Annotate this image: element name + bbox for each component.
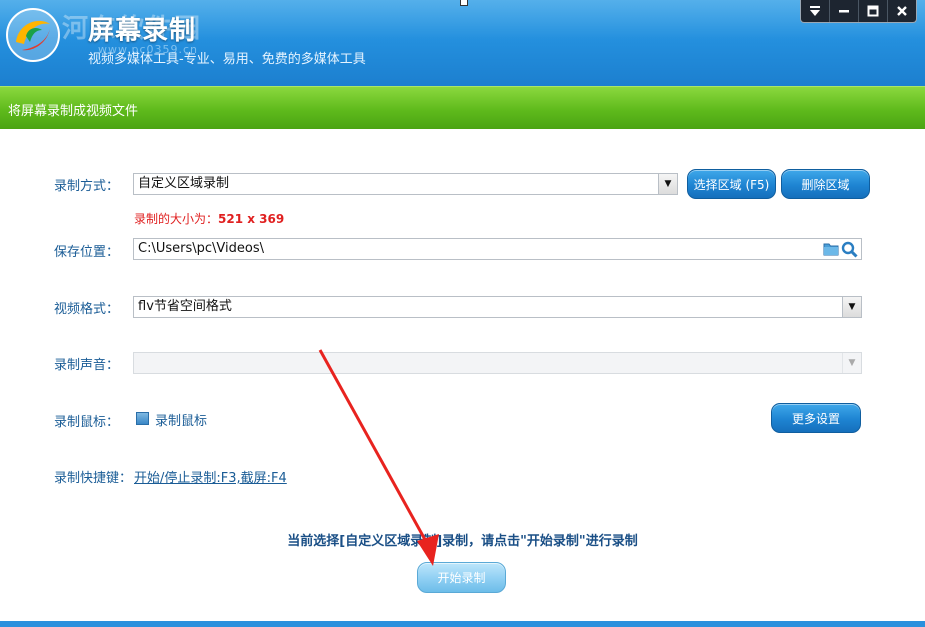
recording-mode-select[interactable]: 自定义区域录制 ▼ [133, 173, 678, 195]
menu-icon[interactable] [801, 0, 829, 22]
record-mouse-checkbox-label[interactable]: 录制鼠标 [155, 410, 207, 429]
recording-size-note: 录制的大小为：521 x 369 [134, 210, 284, 227]
dropdown-arrow-icon[interactable]: ▼ [842, 297, 861, 317]
dropdown-arrow-icon[interactable]: ▼ [658, 174, 677, 194]
start-recording-button[interactable]: 开始录制 [417, 562, 506, 593]
recording-mode-value: 自定义区域录制 [138, 176, 230, 191]
mouse-label: 录制鼠标： [54, 415, 120, 430]
recording-mode-label: 录制方式： [54, 179, 120, 194]
select-area-button[interactable]: 选择区域 (F5) [687, 169, 776, 199]
section-header: 将屏幕录制成视频文件 [0, 86, 925, 129]
resize-handle[interactable] [460, 0, 468, 6]
audio-label: 录制声音： [54, 358, 120, 373]
hotkeys-label: 录制快捷键： [54, 471, 133, 486]
status-message: 当前选择[自定义区域录制]录制，请点击"开始录制"进行录制 [287, 534, 638, 549]
minimize-icon[interactable] [829, 0, 858, 22]
app-logo-icon [6, 8, 60, 62]
hotkeys-link[interactable]: 开始/停止录制:F3,截屏:F4 [134, 467, 287, 486]
maximize-icon[interactable] [858, 0, 887, 22]
section-title: 将屏幕录制成视频文件 [8, 104, 139, 119]
search-icon[interactable] [841, 241, 858, 258]
app-subtitle: 视频多媒体工具-专业、易用、免费的多媒体工具 [88, 52, 366, 67]
save-location-value: C:\Users\pc\Videos\ [138, 241, 264, 256]
save-location-label: 保存位置： [54, 245, 120, 260]
dropdown-arrow-icon[interactable]: ▼ [842, 353, 861, 373]
window-controls [800, 0, 917, 23]
more-settings-button[interactable]: 更多设置 [771, 403, 861, 433]
delete-area-button[interactable]: 删除区域 [781, 169, 870, 199]
video-format-value: flv节省空间格式 [138, 299, 232, 314]
record-mouse-checkbox[interactable] [136, 412, 149, 425]
video-format-select[interactable]: flv节省空间格式 ▼ [133, 296, 862, 318]
audio-select[interactable]: ▼ [133, 352, 862, 374]
close-icon[interactable] [887, 0, 916, 22]
folder-icon[interactable] [823, 242, 839, 256]
app-title: 屏幕录制 [88, 16, 197, 46]
recording-size-value: 521 x 369 [218, 212, 285, 226]
save-location-input[interactable]: C:\Users\pc\Videos\ [133, 238, 862, 260]
bottom-border [0, 621, 925, 627]
recording-size-prefix: 录制的大小为： [134, 212, 219, 226]
title-bar: 河东软件园 屏幕录制 www.pc0359.cn 视频多媒体工具-专业、易用、免… [0, 0, 925, 86]
video-format-label: 视频格式： [54, 302, 120, 317]
